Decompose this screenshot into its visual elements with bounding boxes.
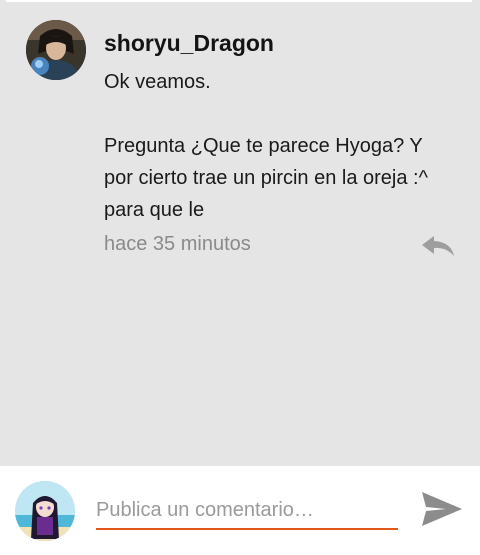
reply-arrow-icon[interactable]: [420, 232, 456, 258]
comment-line: Ok veamos.: [104, 71, 211, 93]
comment-line: Pregunta ¿Que te parece Hyoga? Y por cie…: [104, 135, 428, 221]
comment-composer: [0, 466, 480, 555]
send-button[interactable]: [418, 488, 464, 530]
commenter-avatar[interactable]: [26, 20, 86, 80]
comment-blank-line: [104, 98, 454, 130]
user-avatar[interactable]: [15, 481, 75, 541]
comment-timestamp: hace 35 minutos: [104, 233, 251, 255]
commenter-username[interactable]: shoryu_Dragon: [104, 30, 274, 57]
send-icon: [422, 492, 462, 526]
comment-card: shoryu_Dragon Ok veamos. Pregunta ¿Que t…: [0, 0, 480, 466]
comment-text: Ok veamos. Pregunta ¿Que te parece Hyoga…: [104, 66, 454, 226]
comment-input[interactable]: [96, 492, 398, 530]
